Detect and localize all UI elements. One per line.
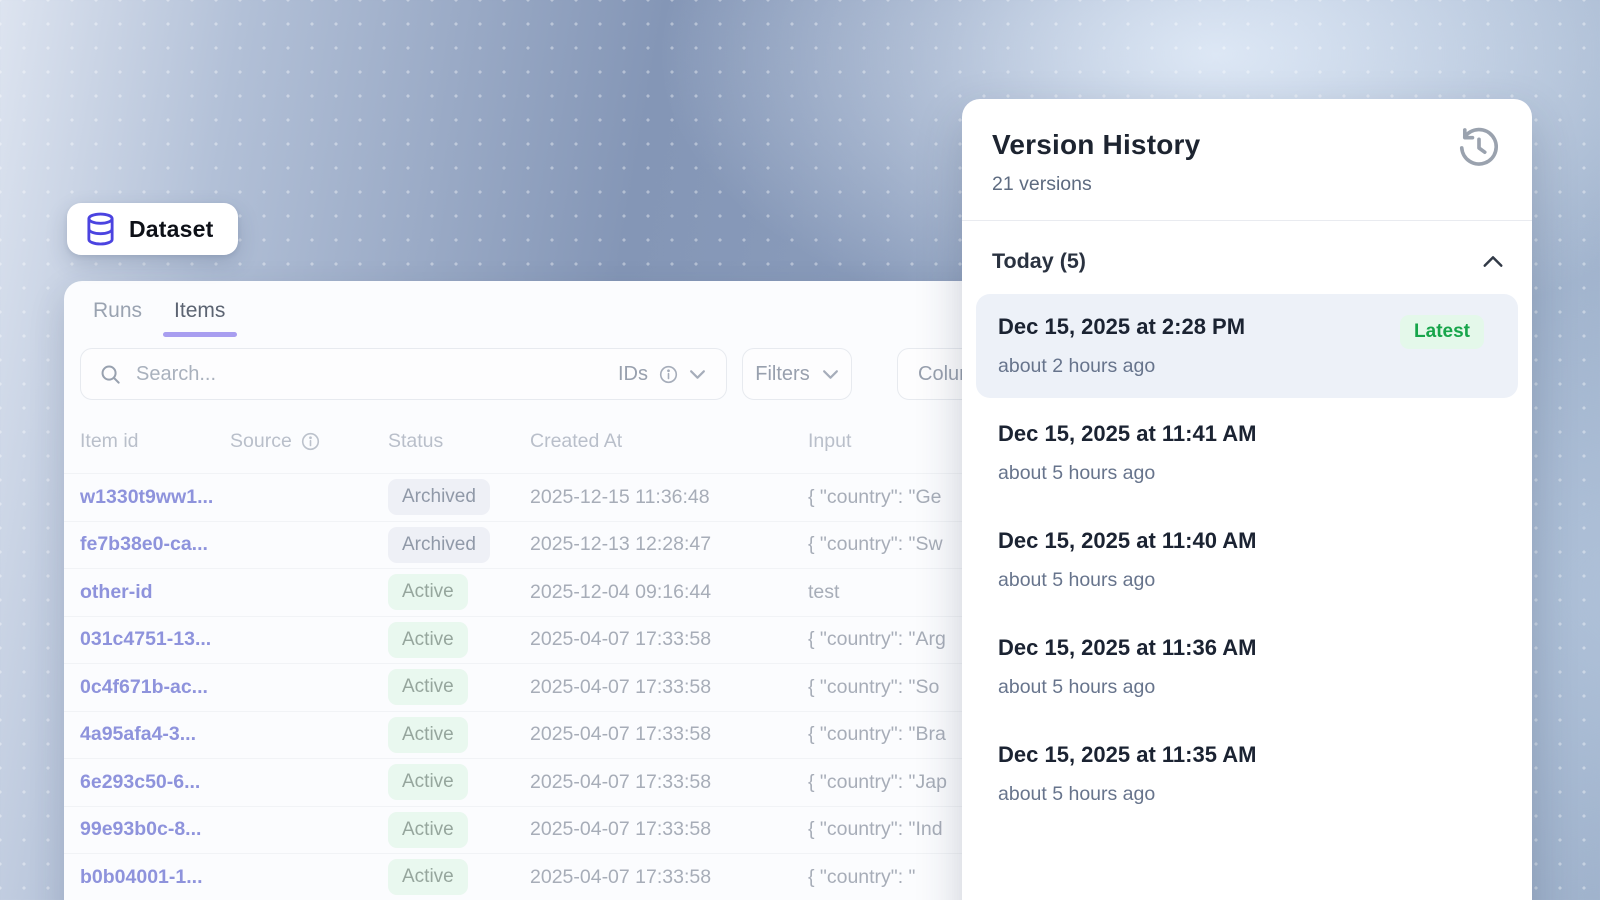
item-id-link[interactable]: 031c4751-13... — [80, 628, 211, 650]
dataset-badge-label: Dataset — [129, 216, 214, 243]
created-at-value: 2025-12-13 12:28:47 — [530, 533, 711, 555]
chevron-down-icon — [689, 369, 706, 380]
status-badge: Archived — [388, 479, 490, 515]
tab-runs[interactable]: Runs — [93, 299, 142, 337]
column-header[interactable]: Created At — [530, 430, 808, 453]
column-header[interactable]: Source — [230, 430, 388, 453]
version-entry[interactable]: Dec 15, 2025 at 11:40 AM about 5 hours a… — [976, 508, 1518, 612]
version-list: Dec 15, 2025 at 2:28 PM about 2 hours ag… — [962, 290, 1532, 826]
created-at-value: 2025-04-07 17:33:58 — [530, 866, 711, 888]
item-id-link[interactable]: b0b04001-1... — [80, 866, 202, 888]
history-clock-icon — [1456, 125, 1502, 171]
search-placeholder: Search... — [136, 363, 618, 386]
column-header-label: Item id — [80, 430, 139, 453]
input-value: { "country": "Ge — [808, 486, 942, 508]
today-section-label: Today (5) — [992, 249, 1086, 274]
info-icon — [659, 365, 678, 384]
today-section-header[interactable]: Today (5) — [962, 221, 1532, 290]
item-id-link[interactable]: fe7b38e0-ca... — [80, 533, 208, 555]
filters-button[interactable]: Filters — [742, 348, 852, 400]
version-entry[interactable]: Dec 15, 2025 at 11:41 AM about 5 hours a… — [976, 401, 1518, 505]
column-header-label: Input — [808, 430, 851, 453]
version-entry-title: Dec 15, 2025 at 11:35 AM — [998, 742, 1496, 768]
ids-dropdown[interactable]: IDs — [618, 363, 706, 386]
version-entry-time: about 2 hours ago — [998, 355, 1496, 378]
version-history-header: Version History 21 versions — [962, 99, 1532, 220]
version-history-panel: Version History 21 versions Today (5) De… — [962, 99, 1532, 900]
created-at-value: 2025-04-07 17:33:58 — [530, 818, 711, 840]
chevron-down-icon — [822, 369, 839, 380]
item-id-link[interactable]: 0c4f671b-ac... — [80, 676, 208, 698]
input-value: test — [808, 581, 839, 603]
input-value: { "country": "So — [808, 676, 939, 698]
column-header-label: Source — [230, 430, 292, 453]
version-history-title: Version History — [992, 129, 1502, 161]
input-value: { "country": "Bra — [808, 723, 946, 745]
version-entry-title: Dec 15, 2025 at 11:36 AM — [998, 635, 1496, 661]
input-value: { "country": " — [808, 866, 915, 888]
version-entry-time: about 5 hours ago — [998, 783, 1496, 806]
created-at-value: 2025-04-07 17:33:58 — [530, 723, 711, 745]
input-value: { "country": "Ind — [808, 818, 943, 840]
item-id-link[interactable]: 6e293c50-6... — [80, 771, 200, 793]
version-entry-time: about 5 hours ago — [998, 462, 1496, 485]
created-at-value: 2025-04-07 17:33:58 — [530, 676, 711, 698]
version-entry[interactable]: Dec 15, 2025 at 2:28 PM about 2 hours ag… — [976, 294, 1518, 398]
column-header-label: Created At — [530, 430, 622, 453]
version-entry[interactable]: Dec 15, 2025 at 11:36 AM about 5 hours a… — [976, 615, 1518, 719]
created-at-value: 2025-04-07 17:33:58 — [530, 771, 711, 793]
info-icon — [301, 432, 320, 451]
input-value: { "country": "Jap — [808, 771, 947, 793]
status-badge: Active — [388, 622, 468, 658]
created-at-value: 2025-12-04 09:16:44 — [530, 581, 711, 603]
status-badge: Active — [388, 669, 468, 705]
version-entry-time: about 5 hours ago — [998, 569, 1496, 592]
status-badge: Active — [388, 717, 468, 753]
created-at-value: 2025-04-07 17:33:58 — [530, 628, 711, 650]
created-at-value: 2025-12-15 11:36:48 — [530, 486, 710, 508]
chevron-up-icon[interactable] — [1482, 255, 1504, 268]
search-icon — [99, 363, 122, 386]
status-badge: Active — [388, 812, 468, 848]
dataset-badge[interactable]: Dataset — [67, 203, 238, 255]
version-entry-time: about 5 hours ago — [998, 676, 1496, 699]
column-header[interactable]: Item id — [80, 430, 230, 453]
status-badge: Active — [388, 859, 468, 895]
column-header[interactable]: Status — [388, 430, 530, 453]
status-badge: Archived — [388, 527, 490, 563]
version-count: 21 versions — [992, 173, 1502, 196]
column-header-label: Status — [388, 430, 443, 453]
item-id-link[interactable]: 99e93b0c-8... — [80, 818, 201, 840]
version-entry[interactable]: Dec 15, 2025 at 11:35 AM about 5 hours a… — [976, 722, 1518, 826]
search-input[interactable]: Search... IDs — [80, 348, 727, 400]
version-entry-title: Dec 15, 2025 at 11:40 AM — [998, 528, 1496, 554]
status-badge: Active — [388, 764, 468, 800]
input-value: { "country": "Arg — [808, 628, 946, 650]
item-id-link[interactable]: w1330t9ww1... — [80, 486, 213, 508]
database-icon — [85, 212, 116, 246]
filters-button-label: Filters — [755, 363, 809, 386]
input-value: { "country": "Sw — [808, 533, 943, 555]
ids-dropdown-label: IDs — [618, 363, 648, 386]
item-id-link[interactable]: 4a95afa4-3... — [80, 723, 196, 745]
latest-badge: Latest — [1400, 315, 1484, 349]
version-entry-title: Dec 15, 2025 at 11:41 AM — [998, 421, 1496, 447]
status-badge: Active — [388, 574, 468, 610]
tab-items[interactable]: Items — [174, 299, 225, 337]
item-id-link[interactable]: other-id — [80, 581, 153, 603]
